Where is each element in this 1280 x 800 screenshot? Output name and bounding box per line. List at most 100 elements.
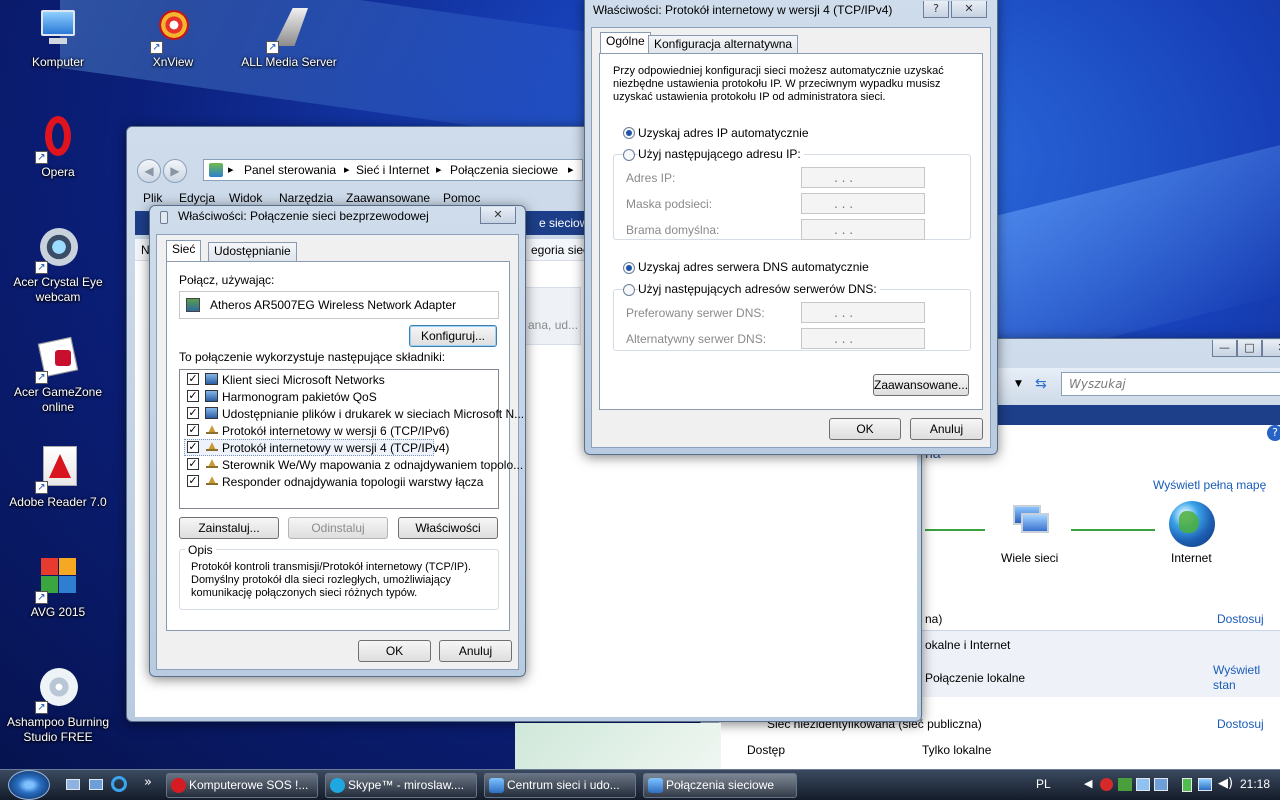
install-button[interactable]: Zainstaluj... <box>179 517 279 539</box>
ipv4-properties-dialog[interactable]: Właściwości: Protokół internetowy w wers… <box>584 0 998 455</box>
manual-dns-label[interactable]: Użyj następujących adresów serwerów DNS: <box>638 282 880 296</box>
desktop-icon-all-media-server[interactable]: ↗ ALL Media Server <box>234 6 344 70</box>
properties-button[interactable]: Właściwości <box>398 517 498 539</box>
desktop-icon-xnview[interactable]: ↗ XnView <box>118 6 228 70</box>
back-button[interactable]: ◀ <box>137 159 161 183</box>
minimize-button[interactable]: — <box>1212 340 1237 357</box>
tab-network[interactable]: Sieć <box>166 240 202 262</box>
menu-item[interactable]: Edycja <box>179 191 215 205</box>
menu-item[interactable]: Plik <box>143 191 162 205</box>
taskbar-item-network-center[interactable]: Centrum sieci i udo... <box>484 773 636 798</box>
cancel-button[interactable]: Anuluj <box>439 640 512 662</box>
auto-dns-radio[interactable] <box>623 262 635 274</box>
breadcrumb-item[interactable]: Połączenia sieciowe <box>450 163 558 177</box>
tab-sharing[interactable]: Udostępnianie <box>208 242 297 261</box>
manual-dns-radio[interactable] <box>623 284 635 296</box>
taskbar-item-skype[interactable]: Skype™ - miroslaw.... <box>325 773 477 798</box>
configure-button[interactable]: Konfiguruj... <box>409 325 497 347</box>
address-bar[interactable]: ▸ Panel sterowania ▸ Sieć i Internet ▸ P… <box>203 159 583 181</box>
taskbar-item-network-connections[interactable]: Połączenia sieciowe <box>643 773 797 798</box>
component-checkbox[interactable]: ✓ <box>187 424 199 436</box>
manual-ip-label[interactable]: Użyj następującego adresu IP: <box>638 147 804 161</box>
auto-dns-label[interactable]: Uzyskaj adres serwera DNS automatycznie <box>638 260 869 274</box>
alternate-dns-input[interactable]: . . . <box>801 328 925 349</box>
close-button[interactable]: ✕ <box>1262 340 1280 357</box>
desktop-icon-acer-crystal-eye[interactable]: ↗ Acer Crystal Eye webcam <box>3 226 113 305</box>
close-button[interactable]: ✕ <box>480 207 516 224</box>
breadcrumb-item[interactable]: Panel sterowania <box>244 163 336 177</box>
control-panel-icon <box>209 163 223 177</box>
auto-ip-label[interactable]: Uzyskaj adres IP automatycznie <box>638 126 809 140</box>
tray-volume-icon[interactable]: ◀) <box>1218 776 1233 791</box>
component-checkbox[interactable]: ✓ <box>187 390 199 402</box>
help-button[interactable]: ? <box>923 1 949 18</box>
language-indicator[interactable]: PL <box>1036 777 1051 791</box>
internet-explorer-icon[interactable] <box>111 776 127 792</box>
component-checkbox[interactable]: ✓ <box>187 373 199 385</box>
forward-button[interactable]: ▶ <box>163 159 187 183</box>
tray-network-icon[interactable] <box>1136 778 1150 791</box>
search-input[interactable]: Wyszukaj <box>1061 372 1280 396</box>
tray-antivirus-icon[interactable] <box>1100 778 1113 791</box>
component-checkbox[interactable]: ✓ <box>187 441 199 453</box>
component-checkbox[interactable]: ✓ <box>187 475 199 487</box>
ip-address-input[interactable]: . . . <box>801 167 925 188</box>
tray-wifi-icon[interactable] <box>1198 778 1212 791</box>
desktop-icon-komputer[interactable]: Komputer <box>3 6 113 70</box>
view-status-link[interactable]: Wyświetl <box>1213 663 1260 677</box>
menu-item[interactable]: Widok <box>229 191 262 205</box>
component-item-selected[interactable]: ✓ ▲ Protokół internetowy w wersji 4 (TCP… <box>184 439 449 456</box>
preferred-dns-input[interactable]: . . . <box>801 302 925 323</box>
component-item[interactable]: ✓ ▲ Sterownik We/Wy mapowania z odnajdyw… <box>184 456 523 473</box>
component-item[interactable]: ✓ ▲ Protokół internetowy w wersji 6 (TCP… <box>184 422 496 439</box>
tray-power-icon[interactable] <box>1182 778 1192 792</box>
customize-link[interactable]: Dostosuj <box>1217 612 1264 626</box>
desktop-icon-adobe-reader[interactable]: ↗ Adobe Reader 7.0 <box>3 446 113 510</box>
breadcrumb-item[interactable]: Sieć i Internet <box>356 163 429 177</box>
taskbar-item-opera[interactable]: Komputerowe SOS !... <box>166 773 318 798</box>
customize-link[interactable]: Dostosuj <box>1217 717 1264 731</box>
show-desktop-icon[interactable] <box>66 779 80 790</box>
component-item[interactable]: ✓ Udostępnianie plików i drukarek w siec… <box>184 405 524 422</box>
maximize-button[interactable]: □ <box>1237 340 1262 357</box>
quicklaunch-overflow[interactable]: » <box>144 775 152 790</box>
default-gateway-input[interactable]: . . . <box>801 219 925 240</box>
component-item[interactable]: ✓ Harmonogram pakietów QoS <box>184 388 496 405</box>
component-checkbox[interactable]: ✓ <box>187 407 199 419</box>
tray-expand-icon[interactable]: ◀ <box>1084 777 1092 790</box>
menu-item[interactable]: Pomoc <box>443 191 480 205</box>
ok-button[interactable]: OK <box>829 418 901 440</box>
wlan-properties-dialog[interactable]: Właściwości: Połączenie sieci bezprzewod… <box>149 205 526 677</box>
start-button[interactable] <box>8 770 50 800</box>
view-status-link[interactable]: stan <box>1213 678 1236 692</box>
auto-ip-radio[interactable] <box>623 127 635 139</box>
full-map-link[interactable]: Wyświetl pełną mapę <box>1153 478 1266 492</box>
refresh-icon[interactable]: ⇆ <box>1035 375 1055 393</box>
clock[interactable]: 21:18 <box>1240 777 1270 791</box>
advanced-button[interactable]: Zaawansowane... <box>873 374 969 396</box>
tab-alternate-config[interactable]: Konfiguracja alternatywna <box>648 35 799 54</box>
wallpaper-highlight <box>990 142 1280 368</box>
desktop-icon-acer-gamezone[interactable]: ↗ Acer GameZone online <box>3 336 113 415</box>
tab-general[interactable]: Ogólne <box>600 32 651 54</box>
tray-avg-icon[interactable] <box>1118 778 1132 791</box>
ok-button[interactable]: OK <box>358 640 431 662</box>
tray-display-icon[interactable] <box>1154 778 1168 791</box>
help-icon[interactable]: ? <box>1267 425 1280 441</box>
menu-item[interactable]: Narzędzia <box>279 191 333 205</box>
close-button[interactable]: ✕ <box>951 1 987 18</box>
component-item[interactable]: ✓ Klient sieci Microsoft Networks <box>184 371 496 388</box>
cancel-button[interactable]: Anuluj <box>910 418 983 440</box>
manual-ip-radio[interactable] <box>623 149 635 161</box>
desktop-icon-ashampoo[interactable]: ↗ Ashampoo Burning Studio FREE <box>3 666 113 745</box>
menu-item[interactable]: Zaawansowane <box>346 191 430 205</box>
desktop-icon-avg[interactable]: ↗ AVG 2015 <box>3 556 113 620</box>
uninstall-button[interactable]: Odinstaluj <box>288 517 388 539</box>
component-checkbox[interactable]: ✓ <box>187 458 199 470</box>
switch-windows-icon[interactable] <box>89 779 103 790</box>
history-dropdown[interactable]: ▼ <box>1015 375 1031 393</box>
component-item[interactable]: ✓ ▲ Responder odnajdywania topologii war… <box>184 473 496 490</box>
desktop-icon-opera[interactable]: ↗ Opera <box>3 116 113 180</box>
subnet-mask-input[interactable]: . . . <box>801 193 925 214</box>
selected-item[interactable]: ana, ud... <box>523 287 581 345</box>
